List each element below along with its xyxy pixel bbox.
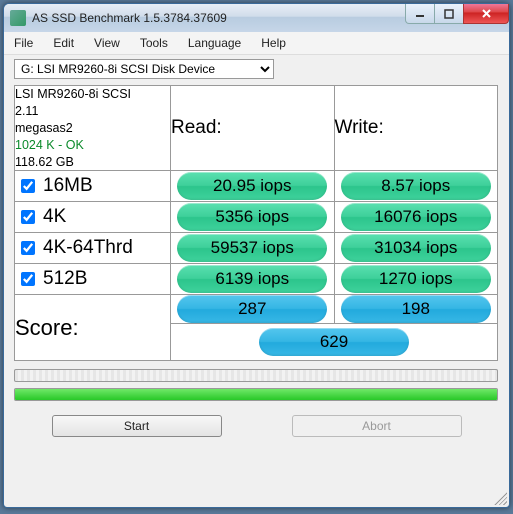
write-16mb: 8.57 iops <box>341 172 491 200</box>
read-4k: 5356 iops <box>177 203 327 231</box>
abort-button[interactable]: Abort <box>292 415 462 437</box>
read-4k64: 59537 iops <box>177 234 327 262</box>
read-16mb: 20.95 iops <box>177 172 327 200</box>
device-info: LSI MR9260-8i SCSI 2.11 megasas2 1024 K … <box>15 86 171 171</box>
label-512b: 512B <box>43 268 87 290</box>
resize-grip[interactable] <box>493 491 507 505</box>
app-icon <box>10 10 26 26</box>
menu-language[interactable]: Language <box>188 36 241 50</box>
label-16mb: 16MB <box>43 175 93 197</box>
read-512b: 6139 iops <box>177 265 327 293</box>
minimize-button[interactable] <box>405 4 435 24</box>
progress-bottom <box>14 388 498 401</box>
label-4k64: 4K-64Thrd <box>43 237 133 259</box>
menu-view[interactable]: View <box>94 36 120 50</box>
row-4k: 4K 5356 iops 16076 iops <box>15 202 498 233</box>
info-model: LSI MR9260-8i SCSI <box>15 86 170 103</box>
write-4k: 16076 iops <box>341 203 491 231</box>
device-select[interactable]: G: LSI MR9260-8i SCSI Disk Device <box>14 59 274 79</box>
maximize-button[interactable] <box>434 4 464 24</box>
menu-help[interactable]: Help <box>261 36 286 50</box>
window-title: AS SSD Benchmark 1.5.3784.37609 <box>32 11 227 25</box>
button-bar: Start Abort <box>4 413 509 445</box>
row-512b: 512B 6139 iops 1270 iops <box>15 264 498 295</box>
check-4k[interactable] <box>21 210 35 224</box>
app-window: AS SSD Benchmark 1.5.3784.37609 File Edi… <box>3 3 510 508</box>
menu-file[interactable]: File <box>14 36 33 50</box>
label-4k: 4K <box>43 206 66 228</box>
progress-top <box>14 369 498 382</box>
score-label: Score: <box>15 295 171 361</box>
score-write: 198 <box>341 295 491 323</box>
row-score: Score: 287 198 <box>15 295 498 324</box>
write-4k64: 31034 iops <box>341 234 491 262</box>
score-read: 287 <box>177 295 327 323</box>
titlebar[interactable]: AS SSD Benchmark 1.5.3784.37609 <box>4 4 509 32</box>
menu-edit[interactable]: Edit <box>53 36 74 50</box>
header-read: Read: <box>171 86 335 171</box>
menubar: File Edit View Tools Language Help <box>4 32 509 55</box>
close-icon <box>481 8 492 19</box>
info-alignment: 1024 K - OK <box>15 137 170 154</box>
start-button[interactable]: Start <box>52 415 222 437</box>
row-4k64: 4K-64Thrd 59537 iops 31034 iops <box>15 233 498 264</box>
minimize-icon <box>415 9 425 19</box>
check-4k64[interactable] <box>21 241 35 255</box>
close-button[interactable] <box>463 4 509 24</box>
info-capacity: 118.62 GB <box>15 154 170 171</box>
maximize-icon <box>444 9 454 19</box>
check-16mb[interactable] <box>21 179 35 193</box>
score-total: 629 <box>259 328 409 356</box>
write-512b: 1270 iops <box>341 265 491 293</box>
row-16mb: 16MB 20.95 iops 8.57 iops <box>15 171 498 202</box>
menu-tools[interactable]: Tools <box>140 36 168 50</box>
info-driver: megasas2 <box>15 120 170 137</box>
info-firmware: 2.11 <box>15 103 170 120</box>
check-512b[interactable] <box>21 272 35 286</box>
header-write: Write: <box>334 86 498 171</box>
results-grid: LSI MR9260-8i SCSI 2.11 megasas2 1024 K … <box>14 85 498 361</box>
progress-area <box>4 367 509 413</box>
toolbar: G: LSI MR9260-8i SCSI Disk Device <box>4 55 509 83</box>
